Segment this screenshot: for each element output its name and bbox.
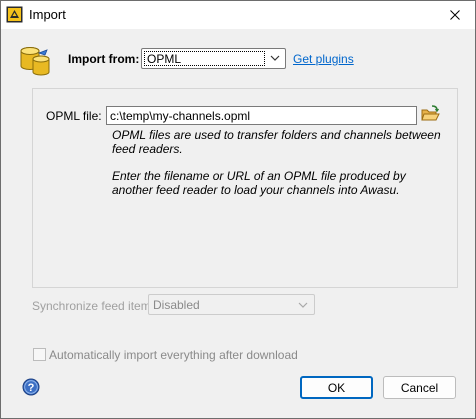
- import-from-focus: OPML: [144, 51, 265, 66]
- help-icon[interactable]: ?: [22, 378, 40, 396]
- opml-file-input[interactable]: c:\temp\my-channels.opml: [106, 106, 417, 125]
- opml-instructions: Enter the filename or URL of an OPML fil…: [112, 169, 406, 197]
- opml-description: OPML files are used to transfer folders …: [112, 128, 441, 156]
- sync-feed-items-label: Synchronize feed items:: [32, 299, 161, 313]
- sync-feed-items-value: Disabled: [153, 298, 200, 312]
- title-bar: Import: [1, 1, 475, 29]
- database-icon: [20, 47, 50, 76]
- opml-file-value: c:\temp\my-channels.opml: [110, 109, 251, 123]
- import-from-select[interactable]: OPML: [141, 48, 286, 69]
- import-from-value: OPML: [147, 52, 182, 66]
- sync-feed-items-select[interactable]: Disabled: [148, 294, 315, 315]
- ok-button[interactable]: OK: [300, 376, 373, 399]
- svg-text:?: ?: [28, 382, 35, 394]
- auto-import-checkbox[interactable]: [33, 348, 46, 361]
- get-plugins-link[interactable]: Get plugins: [293, 52, 354, 66]
- cancel-button[interactable]: Cancel: [383, 376, 456, 399]
- window-title: Import: [29, 7, 66, 22]
- import-dialog: Import Import from: OPML Get plugins OPM…: [0, 0, 476, 419]
- close-button[interactable]: [435, 1, 475, 29]
- chevron-down-icon: [270, 55, 280, 61]
- auto-import-label: Automatically import everything after do…: [49, 348, 298, 362]
- awasu-app-icon: [6, 6, 23, 23]
- opml-file-label: OPML file:: [46, 109, 102, 123]
- close-icon: [450, 10, 460, 20]
- folder-open-icon[interactable]: [420, 104, 440, 124]
- import-from-label: Import from:: [68, 52, 140, 66]
- chevron-down-icon: [298, 302, 308, 308]
